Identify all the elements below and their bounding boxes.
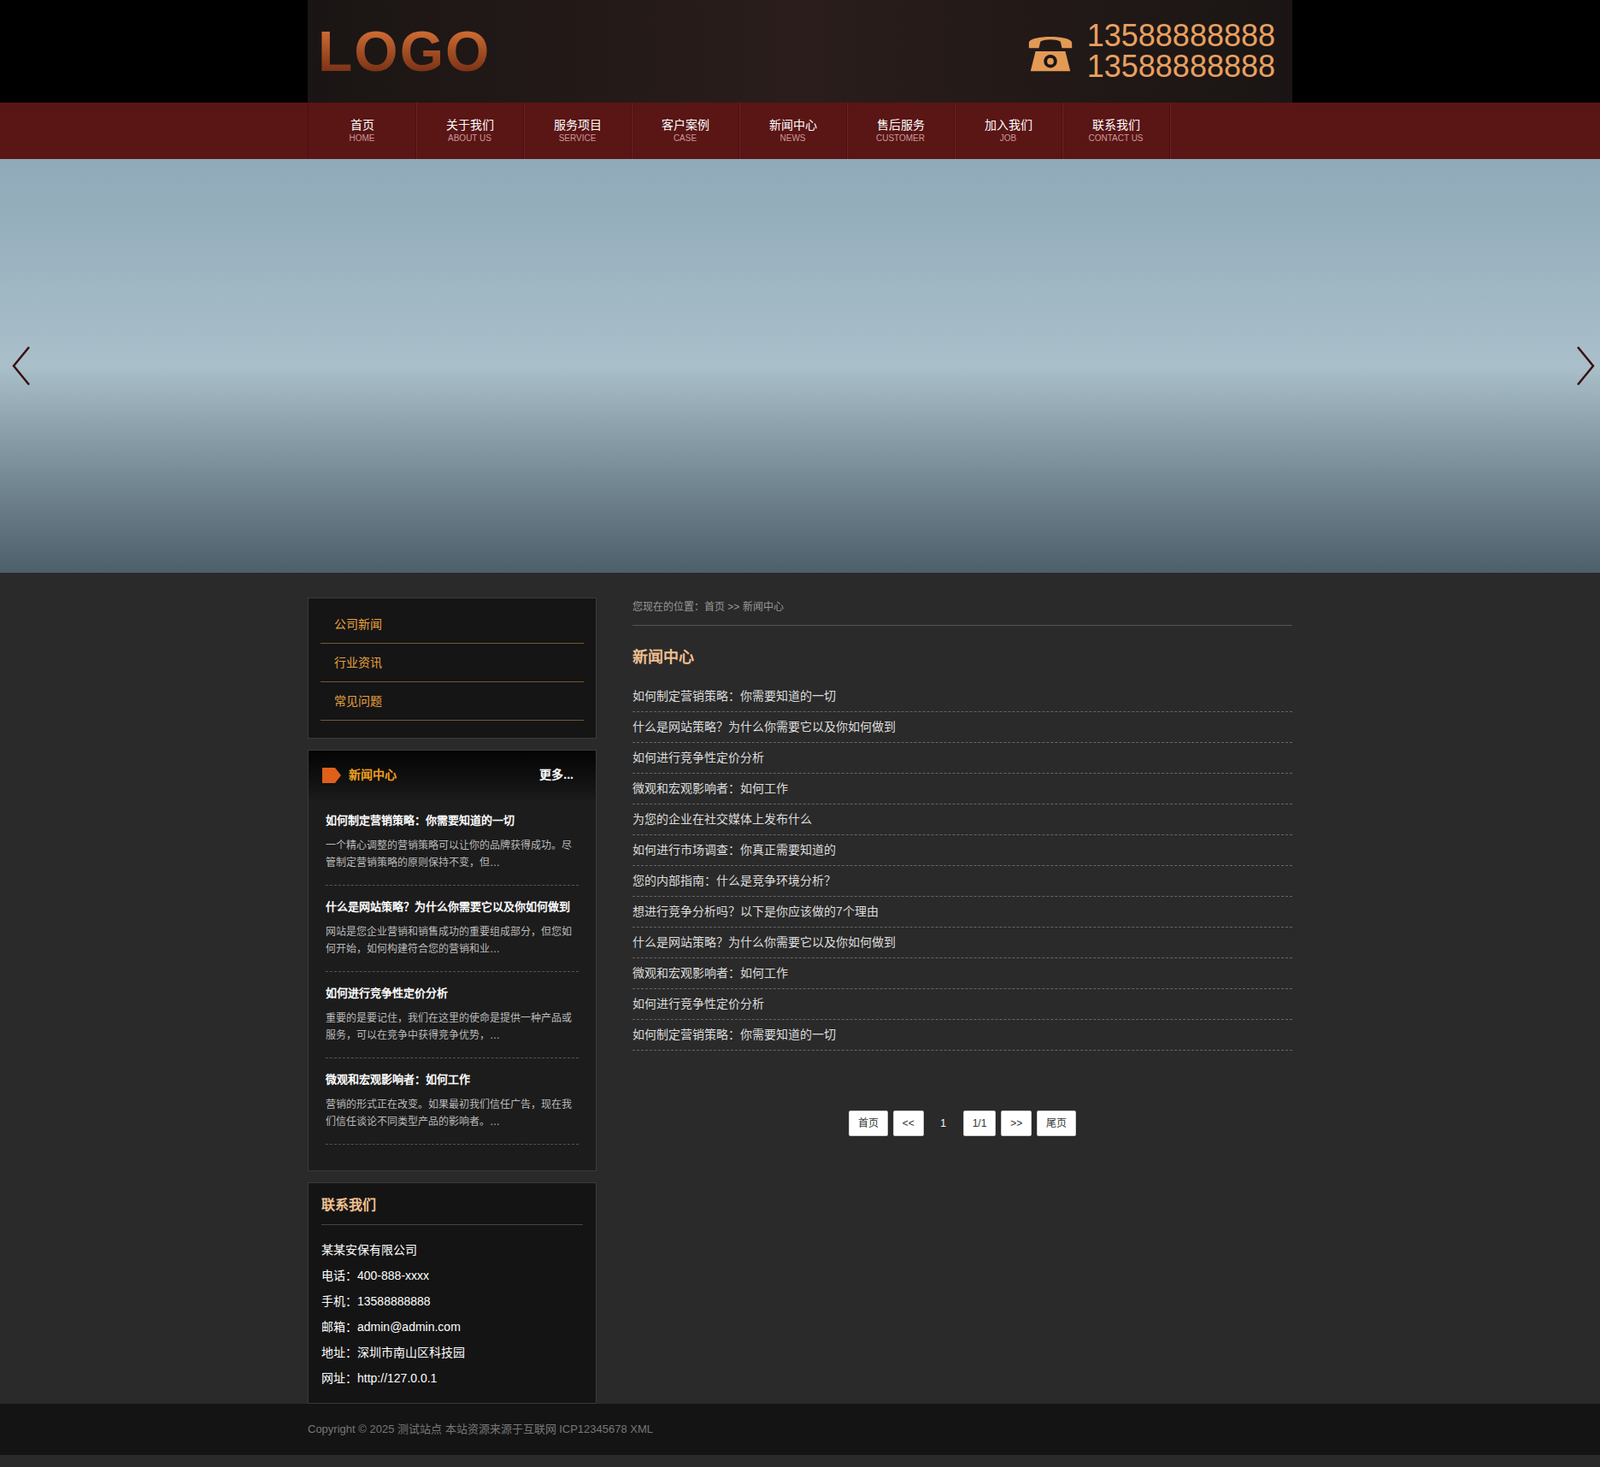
nav-item[interactable]: 关于我们ABOUT US	[416, 102, 524, 159]
phone-icon	[1023, 24, 1077, 78]
news-item[interactable]: 什么是网站策略？为什么你需要它以及你如何做到	[632, 711, 1293, 743]
news-item[interactable]: 想进行竞争分析吗？以下是你应该做的7个理由	[632, 896, 1293, 928]
next-arrow-icon[interactable]	[1574, 345, 1597, 387]
category-box: 公司新闻行业资讯常见问题	[307, 597, 597, 739]
pagination: 首页<<11/1>>尾页	[632, 1110, 1293, 1136]
news-item[interactable]: 微观和宏观影响者：如何工作	[632, 773, 1293, 805]
page-button[interactable]: 1	[929, 1110, 959, 1136]
page-button[interactable]: 尾页	[1036, 1110, 1077, 1136]
contact-line: 手机：13588888888	[321, 1288, 583, 1314]
page-button[interactable]: >>	[1000, 1110, 1032, 1136]
contact-line: 某某安保有限公司	[321, 1236, 583, 1263]
nav-item[interactable]: 服务项目SERVICE	[523, 102, 632, 159]
prev-arrow-icon[interactable]	[10, 345, 33, 387]
footer: Copyright © 2025 测试站点 本站资源来源于互联网 ICP1234…	[0, 1403, 1600, 1455]
phone-number: 13588888888	[1087, 20, 1276, 52]
nav-item[interactable]: 售后服务CUSTOMER	[847, 102, 955, 159]
page-button[interactable]: 1/1	[963, 1110, 997, 1136]
news-item[interactable]: 微观和宏观影响者：如何工作	[632, 958, 1293, 989]
nav-item[interactable]: 首页HOME	[308, 102, 417, 159]
category-item[interactable]: 常见问题	[320, 682, 584, 721]
logo[interactable]: LOGO	[314, 23, 491, 80]
more-link[interactable]: 更多...	[539, 765, 574, 784]
news-item[interactable]: 如何进行市场调查：你真正需要知道的	[632, 835, 1293, 866]
news-summary-item[interactable]: 什么是网站策略？为什么你需要它以及你如何做到网站是您企业营销和销售成功的重要组成…	[325, 885, 579, 972]
category-item[interactable]: 行业资讯	[320, 643, 584, 683]
banner	[0, 158, 1600, 573]
news-item[interactable]: 您的内部指南：什么是竞争环境分析？	[632, 865, 1293, 897]
page-button[interactable]: 首页	[848, 1110, 889, 1136]
news-box: 新闻中心更多...如何制定营销策略：你需要知道的一切一个精心调整的营销策略可以让…	[307, 749, 597, 1171]
header: LOGO 1358888888813588888888	[0, 0, 1600, 103]
contact-line: 网址：http://127.0.0.1	[321, 1364, 583, 1391]
nav-item[interactable]: 加入我们JOB	[954, 102, 1063, 159]
contact-line: 电话：400-888-xxxx	[321, 1262, 583, 1289]
tag-icon	[322, 767, 342, 783]
nav-item[interactable]: 客户案例CASE	[631, 102, 740, 159]
news-item[interactable]: 如何制定营销策略：你需要知道的一切	[632, 1019, 1293, 1051]
news-item[interactable]: 为您的企业在社交媒体上发布什么	[632, 804, 1293, 836]
category-item[interactable]: 公司新闻	[320, 605, 584, 644]
page-button[interactable]: <<	[893, 1110, 924, 1136]
contact-box: 联系我们某某安保有限公司电话：400-888-xxxx手机：1358888888…	[307, 1182, 597, 1404]
news-item[interactable]: 如何制定营销策略：你需要知道的一切	[632, 681, 1293, 712]
nav-item[interactable]: 联系我们CONTACT US	[1062, 102, 1171, 159]
news-summary-item[interactable]: 如何制定营销策略：你需要知道的一切一个精心调整的营销策略可以让你的品牌获得成功。…	[325, 799, 579, 886]
news-item[interactable]: 如何进行竞争性定价分析	[632, 742, 1293, 774]
news-summary-item[interactable]: 如何进行竞争性定价分析重要的是要记住，我们在这里的使命是提供一种产品或服务，可以…	[325, 971, 579, 1059]
news-item[interactable]: 什么是网站策略？为什么你需要它以及你如何做到	[632, 927, 1293, 959]
phone-number: 13588888888	[1087, 51, 1276, 83]
main-nav: 首页HOME关于我们ABOUT US服务项目SERVICE客户案例CASE新闻中…	[0, 102, 1600, 159]
contact-line: 地址：深圳市南山区科技园	[321, 1339, 583, 1365]
news-summary-item[interactable]: 微观和宏观影响者：如何工作营销的形式正在改变。如果最初我们信任广告，现在我们信任…	[325, 1058, 579, 1145]
breadcrumb: 您现在的位置：首页 >> 新闻中心	[632, 597, 1293, 626]
page-title: 新闻中心	[632, 646, 1293, 670]
nav-item[interactable]: 新闻中心NEWS	[739, 102, 848, 159]
news-item[interactable]: 如何进行竞争性定价分析	[632, 988, 1293, 1020]
contact-line: 邮箱：admin@admin.com	[321, 1313, 583, 1340]
